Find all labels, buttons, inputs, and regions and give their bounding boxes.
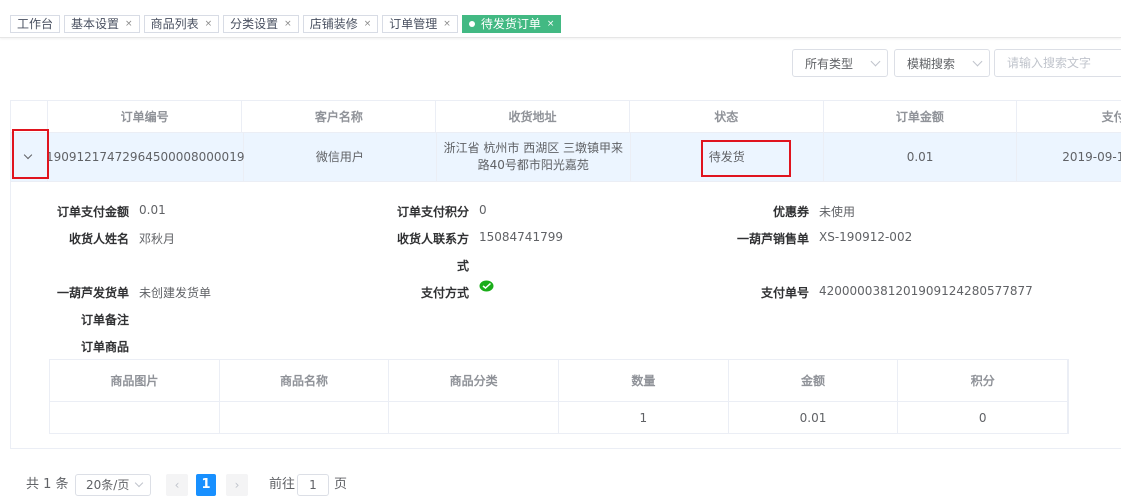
type-select-value: 所有类型	[805, 56, 854, 71]
detail-label: 一葫芦发货单	[56, 286, 129, 300]
search-input[interactable]: 请输入搜索文字	[994, 49, 1121, 77]
tab-2[interactable]: 商品列表 ×	[143, 15, 220, 33]
goods-table-header: 商品图片 商品名称 商品分类 数量 金额 积分	[50, 360, 1069, 402]
detail-label: 支付方式	[420, 286, 469, 300]
detail-value: 0.01	[139, 203, 166, 217]
close-icon[interactable]: ×	[284, 16, 292, 32]
goods-table: 商品图片 商品名称 商品分类 数量 金额 积分 1 0.01 0	[49, 359, 1069, 434]
column-header: 商品图片	[50, 360, 220, 401]
detail-label: 订单支付金额	[56, 205, 129, 219]
goto-page-input[interactable]: 1	[297, 474, 329, 496]
customer-cell: 微信用户	[244, 133, 438, 181]
detail-value: XS-190912-002	[819, 230, 913, 244]
tab-5[interactable]: 订单管理 ×	[382, 15, 458, 33]
amount-cell: 0.01	[824, 133, 1018, 181]
tab-3[interactable]: 分类设置 ×	[223, 15, 299, 33]
tab-label: 工作台	[17, 17, 54, 31]
table-header: 订单编号 客户名称 收货地址 状态 订单金额 支付	[11, 101, 1121, 133]
close-icon[interactable]: ×	[547, 16, 555, 32]
column-header: 订单金额	[824, 101, 1018, 133]
order-no-cell: 19091217472964500008000019	[46, 133, 244, 181]
column-header: 支付	[1017, 101, 1121, 133]
chevron-down-icon	[972, 56, 983, 66]
page-size-value: 20条/页	[86, 478, 130, 492]
column-header: 订单编号	[48, 101, 243, 133]
tab-bar: 工作台 基本设置 × 商品列表 × 分类设置 × 店铺装修 × 订单管理 × 待发货订单 × ˅	[0, 0, 1121, 38]
tab-0[interactable]: 工作台	[10, 15, 61, 33]
pagination-total: 共 1 条	[26, 477, 69, 492]
column-header: 商品名称	[220, 360, 390, 401]
match-select[interactable]: 模糊搜索	[894, 49, 990, 77]
column-header: 状态	[630, 101, 824, 133]
tab-6[interactable]: 待发货订单 ×	[461, 15, 562, 33]
table-row[interactable]: 19091217472964500008000019 微信用户 浙江省 杭州市 …	[11, 133, 1121, 182]
wechat-pay-icon	[479, 280, 494, 296]
close-icon[interactable]: ×	[205, 16, 213, 32]
pay-time-cell: 2019-09-12	[1017, 133, 1121, 181]
tab-label: 商品列表	[150, 17, 199, 31]
detail-value: 未创建发货单	[139, 286, 212, 300]
column-header: 数量	[559, 360, 729, 401]
page-size-select[interactable]: 20条/页	[75, 474, 151, 496]
goods-image-cell	[50, 402, 220, 434]
tab-4[interactable]: 店铺装修 ×	[302, 15, 379, 33]
tab-label: 基本设置	[71, 17, 120, 31]
tab-label: 待发货订单	[480, 17, 541, 31]
goto-suffix: 页	[334, 477, 348, 492]
detail-value: 未使用	[819, 205, 856, 219]
tab-label: 订单管理	[389, 17, 438, 31]
tab-1[interactable]: 基本设置 ×	[64, 15, 140, 33]
column-header: 金额	[729, 360, 899, 401]
detail-label: 一葫芦销售单	[736, 232, 809, 246]
tab-label: 分类设置	[230, 17, 279, 31]
header-fragment: ˅	[1109, 0, 1115, 8]
detail-value: 0	[479, 203, 487, 217]
column-header: 积分	[898, 360, 1069, 401]
table-row: 1 0.01 0	[50, 402, 1069, 434]
type-select[interactable]: 所有类型	[792, 49, 888, 77]
next-page-button[interactable]: ›	[226, 474, 248, 496]
detail-label: 收货人姓名	[68, 232, 129, 246]
address-cell: 浙江省 杭州市 西湖区 三墩镇甲来路40号都市阳光嘉苑	[437, 133, 631, 181]
close-icon[interactable]: ×	[364, 16, 372, 32]
tab-list: 工作台 基本设置 × 商品列表 × 分类设置 × 店铺装修 × 订单管理 × 待发货订单 ×	[10, 15, 562, 33]
page-number-button[interactable]: 1	[196, 474, 216, 496]
column-header: 商品分类	[389, 360, 560, 401]
prev-page-button[interactable]: ‹	[166, 474, 188, 496]
detail-label: 收货人联系方	[396, 232, 469, 246]
goods-name-cell	[220, 402, 390, 434]
column-header: 收货地址	[436, 101, 630, 133]
goto-label: 前往	[269, 477, 296, 492]
goods-points-cell: 0	[898, 402, 1069, 434]
goods-amount-cell: 0.01	[729, 402, 899, 434]
detail-label: 支付单号	[760, 286, 809, 300]
active-dot-icon	[468, 21, 475, 27]
detail-value: 4200000381201909124280577877	[819, 284, 1033, 298]
tab-label: 店铺装修	[309, 17, 358, 31]
chevron-down-icon	[134, 478, 144, 488]
order-table: 订单编号 客户名称 收货地址 状态 订单金额 支付 19091217472964…	[10, 100, 1121, 449]
goods-qty-cell: 1	[559, 402, 729, 434]
chevron-down-icon	[870, 56, 881, 66]
detail-label: 订单支付积分	[396, 205, 469, 219]
detail-value: 邓秋月	[139, 232, 176, 246]
detail-label: 订单备注	[80, 313, 129, 327]
detail-label: 式	[456, 259, 469, 273]
goods-category-cell	[389, 402, 560, 434]
detail-label: 订单商品	[80, 340, 129, 354]
detail-value: 15084741799	[479, 230, 563, 244]
column-header: 客户名称	[242, 101, 437, 133]
close-icon[interactable]: ×	[443, 16, 451, 32]
detail-label: 优惠券	[772, 205, 809, 219]
match-select-value: 模糊搜索	[907, 56, 956, 71]
close-icon[interactable]: ×	[125, 16, 133, 32]
status-highlight	[701, 140, 791, 177]
